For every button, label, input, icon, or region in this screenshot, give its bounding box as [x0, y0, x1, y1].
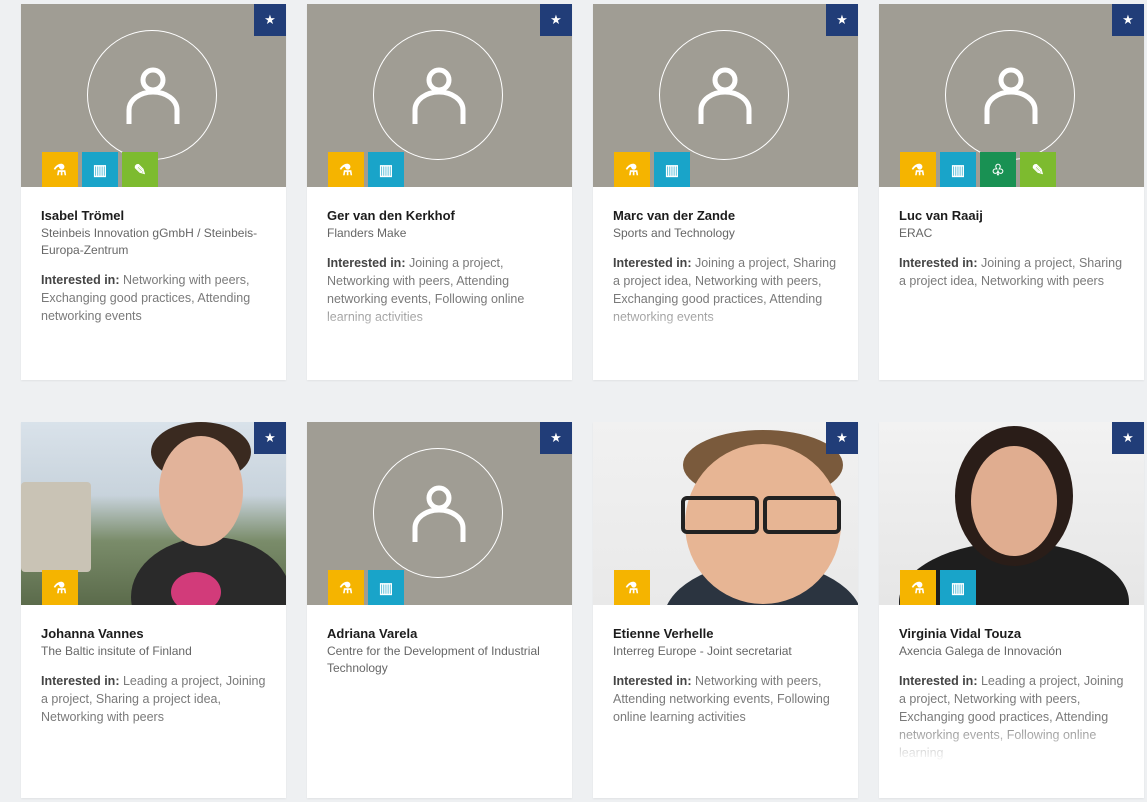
participant-card[interactable]: ★ ⚗ ▥ Marc van der Zande Sports and Tech… [593, 4, 858, 380]
participant-card[interactable]: ★ ⚗ Etienne Verhelle Interreg Europe - J… [593, 422, 858, 798]
participant-organisation: Centre for the Development of Industrial… [327, 644, 540, 675]
industry-icon: ▥ [368, 570, 404, 605]
participant-card[interactable]: ★ ⚗ ▥ Adriana Varela Centre for the Deve… [307, 422, 572, 798]
participant-card[interactable]: ★ ⚗ ▥ Virginia Vidal Touza Axencia Galeg… [879, 422, 1144, 798]
industry-icon: ▥ [654, 152, 690, 187]
participant-organisation: ERAC [899, 226, 933, 240]
person-icon [409, 482, 469, 544]
profile-photo: ★ ⚗ [593, 422, 858, 605]
growth-icon: ✎ [122, 152, 158, 187]
participant-name[interactable]: Isabel Trömel [41, 208, 266, 223]
interests: Interested in: Leading a project, Joinin… [41, 674, 266, 724]
profile-photo: ★ ⚗ ▥ [879, 422, 1144, 605]
interests: Interested in: Joining a project, Sharin… [899, 256, 1123, 288]
research-icon: ⚗ [42, 152, 78, 187]
interests: Interested in: Networking with peers, At… [613, 674, 830, 724]
interests: Interested in: Joining a project, Sharin… [613, 256, 837, 324]
participant-organisation: Interreg Europe - Joint secretariat [613, 644, 792, 658]
industry-icon: ▥ [940, 570, 976, 605]
glasses-right [763, 496, 841, 534]
participant-name[interactable]: Ger van den Kerkhof [327, 208, 552, 223]
participant-name[interactable]: Johanna Vannes [41, 626, 266, 641]
topic-tags: ⚗ ▥ [328, 570, 408, 605]
profile-photo: ★ ⚗ [21, 422, 286, 605]
star-icon[interactable]: ★ [254, 422, 286, 454]
collar-shape [171, 572, 221, 605]
research-icon: ⚗ [614, 570, 650, 605]
person-icon [123, 64, 183, 126]
topic-tags: ⚗ ▥ ♧ ✎ [900, 152, 1060, 187]
participant-organisation: Flanders Make [327, 226, 407, 240]
star-icon[interactable]: ★ [540, 4, 572, 36]
interests: Interested in: Joining a project, Networ… [327, 256, 525, 324]
research-icon: ⚗ [614, 152, 650, 187]
star-icon[interactable]: ★ [826, 4, 858, 36]
industry-icon: ▥ [82, 152, 118, 187]
avatar: ★ ⚗ ▥ [307, 4, 572, 187]
person-icon [409, 64, 469, 126]
interests: Interested in: Networking with peers, Ex… [41, 273, 251, 323]
topic-tags: ⚗ ▥ [614, 152, 694, 187]
avatar: ★ ⚗ ▥ [593, 4, 858, 187]
star-icon[interactable]: ★ [540, 422, 572, 454]
interests: Interested in: Leading a project, Joinin… [899, 674, 1124, 760]
star-icon[interactable]: ★ [254, 4, 286, 36]
participant-name[interactable]: Adriana Varela [327, 626, 552, 641]
research-icon: ⚗ [42, 570, 78, 605]
participant-organisation: Steinbeis Innovation gGmbH / Steinbeis-E… [41, 226, 258, 257]
avatar: ★ ⚗ ▥ [307, 422, 572, 605]
participant-card[interactable]: ★ ⚗ Johanna Vannes The Baltic insitute o… [21, 422, 286, 798]
participant-organisation: Axencia Galega de Innovación [899, 644, 1062, 658]
avatar: ★ ⚗ ▥ ✎ [21, 4, 286, 187]
topic-tags: ⚗ ▥ ✎ [42, 152, 162, 187]
face-shape [971, 446, 1057, 556]
topic-tags: ⚗ ▥ [900, 570, 980, 605]
face-shape [159, 436, 243, 546]
topic-tags: ⚗ [42, 570, 82, 605]
research-icon: ⚗ [900, 570, 936, 605]
participant-organisation: The Baltic insitute of Finland [41, 644, 192, 658]
participant-name[interactable]: Virginia Vidal Touza [899, 626, 1124, 641]
industry-icon: ▥ [940, 152, 976, 187]
glasses-left [681, 496, 759, 534]
growth-icon: ✎ [1020, 152, 1056, 187]
star-icon[interactable]: ★ [1112, 4, 1144, 36]
participant-card[interactable]: ★ ⚗ ▥ ✎ Isabel Trömel Steinbeis Innovati… [21, 4, 286, 380]
topic-tags: ⚗ [614, 570, 654, 605]
research-icon: ⚗ [900, 152, 936, 187]
avatar: ★ ⚗ ▥ ♧ ✎ [879, 4, 1144, 187]
participant-name[interactable]: Luc van Raaij [899, 208, 1124, 223]
building-shape [21, 482, 91, 572]
research-icon: ⚗ [328, 570, 364, 605]
tree-icon: ♧ [980, 152, 1016, 187]
person-icon [695, 64, 755, 126]
star-icon[interactable]: ★ [1112, 422, 1144, 454]
participant-name[interactable]: Etienne Verhelle [613, 626, 838, 641]
star-icon[interactable]: ★ [826, 422, 858, 454]
person-icon [981, 64, 1041, 126]
participant-name[interactable]: Marc van der Zande [613, 208, 838, 223]
industry-icon: ▥ [368, 152, 404, 187]
topic-tags: ⚗ ▥ [328, 152, 408, 187]
participant-card[interactable]: ★ ⚗ ▥ Ger van den Kerkhof Flanders Make … [307, 4, 572, 380]
participant-organisation: Sports and Technology [613, 226, 735, 240]
research-icon: ⚗ [328, 152, 364, 187]
participant-card[interactable]: ★ ⚗ ▥ ♧ ✎ Luc van Raaij ERAC Interested … [879, 4, 1144, 380]
